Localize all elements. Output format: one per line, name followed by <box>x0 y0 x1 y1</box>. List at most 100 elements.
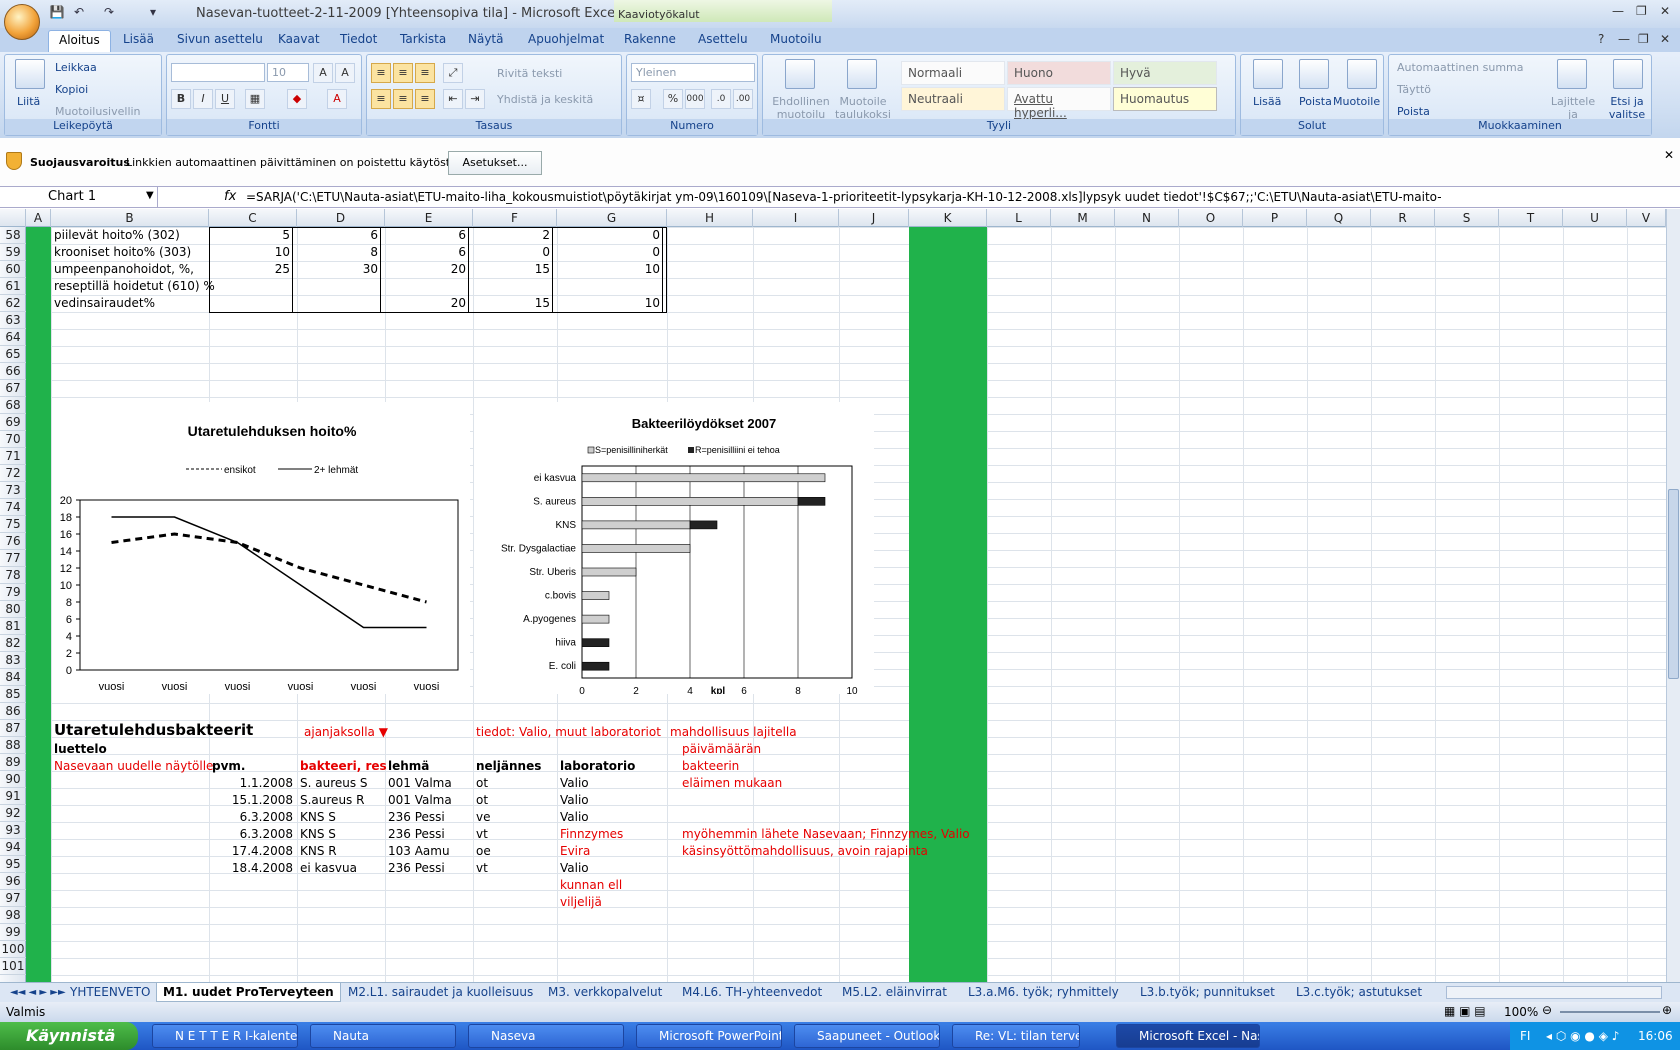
name-box[interactable]: Chart 1 <box>0 187 158 207</box>
format-cells-icon[interactable] <box>1347 59 1377 89</box>
tray-icons[interactable]: ◂ ⬡ ◉ ● ◈ ♪ <box>1546 1022 1619 1050</box>
column-header[interactable]: O <box>1179 209 1243 227</box>
autosum-button[interactable]: Automaattinen summa <box>1397 61 1524 74</box>
insert-function-icon[interactable]: fx <box>224 189 236 204</box>
row-header[interactable]: 73 <box>0 482 26 499</box>
office-button[interactable] <box>4 4 40 40</box>
row-header[interactable]: 95 <box>0 856 26 873</box>
column-header[interactable]: C <box>209 209 297 227</box>
tab-asettelu[interactable]: Asettelu <box>698 32 748 46</box>
decrease-decimal-icon[interactable]: .00 <box>733 89 753 109</box>
tab-lisaa[interactable]: Lisää <box>123 32 154 46</box>
column-header[interactable]: L <box>987 209 1051 227</box>
zoom-in-icon[interactable]: ⊕ <box>1662 1003 1672 1017</box>
style-huomautus[interactable]: Huomautus <box>1113 87 1217 111</box>
row-header[interactable]: 70 <box>0 431 26 448</box>
currency-icon[interactable]: ¤ <box>631 89 651 109</box>
column-header[interactable]: G <box>557 209 667 227</box>
column-header[interactable]: T <box>1499 209 1563 227</box>
find-select-button[interactable]: Etsi ja valitse <box>1605 95 1649 121</box>
zoom-slider[interactable] <box>1560 1011 1660 1013</box>
italic-button[interactable]: I <box>193 89 213 109</box>
underline-button[interactable]: U <box>215 89 235 109</box>
format-table-icon[interactable] <box>847 59 877 89</box>
row-header[interactable]: 71 <box>0 448 26 465</box>
tab-nayta[interactable]: Näytä <box>468 32 504 46</box>
row-header[interactable]: 76 <box>0 533 26 550</box>
align-left-icon[interactable]: ≡ <box>371 89 391 109</box>
sheet-tab[interactable]: M5.L2. eläinvirrat <box>836 983 953 1002</box>
row-header[interactable]: 58 <box>0 227 26 244</box>
redo-icon[interactable]: ↷ <box>100 5 118 21</box>
column-header[interactable]: E <box>385 209 473 227</box>
tab-apuohjelmat[interactable]: Apuohjelmat <box>528 32 604 46</box>
borders-icon[interactable]: ▦ <box>245 89 265 109</box>
row-header[interactable]: 88 <box>0 737 26 754</box>
row-header[interactable]: 91 <box>0 788 26 805</box>
row-header[interactable]: 60 <box>0 261 26 278</box>
wrap-text-button[interactable]: Rivitä teksti <box>497 67 562 80</box>
row-header[interactable]: 75 <box>0 516 26 533</box>
tab-rakenne[interactable]: Rakenne <box>624 32 676 46</box>
column-header[interactable]: I <box>753 209 839 227</box>
save-icon[interactable]: 💾 <box>48 5 66 21</box>
align-center-icon[interactable]: ≡ <box>393 89 413 109</box>
style-avattu-hyperlinkki[interactable]: Avattu hyperli... <box>1007 87 1111 120</box>
maximize-icon[interactable]: ❐ <box>1636 4 1647 18</box>
column-header[interactable]: D <box>297 209 385 227</box>
name-box-dropdown-icon[interactable]: ▼ <box>146 190 154 201</box>
format-table-button[interactable]: Muotoile taulukoksi <box>833 95 893 121</box>
font-name-combo[interactable] <box>171 63 265 82</box>
tab-sivun-asettelu[interactable]: Sivun asettelu <box>177 32 263 46</box>
row-header[interactable]: 101 <box>0 958 26 975</box>
sort-filter-icon[interactable] <box>1557 59 1587 89</box>
orientation-icon[interactable]: ⤢ <box>443 63 463 83</box>
row-header[interactable]: 69 <box>0 414 26 431</box>
row-header[interactable]: 82 <box>0 635 26 652</box>
paste-icon[interactable] <box>15 59 45 89</box>
help-icon[interactable]: ? <box>1598 32 1604 46</box>
row-header[interactable]: 80 <box>0 601 26 618</box>
row-header[interactable]: 79 <box>0 584 26 601</box>
tab-tarkista[interactable]: Tarkista <box>400 32 446 46</box>
column-header[interactable]: A <box>26 209 51 227</box>
grow-font-icon[interactable]: A <box>313 63 333 83</box>
column-header[interactable]: R <box>1371 209 1435 227</box>
row-header[interactable]: 83 <box>0 652 26 669</box>
percent-button[interactable]: % <box>663 89 683 109</box>
sheet-tab[interactable]: L3.a.M6. työk; ryhmittely <box>962 983 1125 1002</box>
taskbar-item[interactable]: Microsoft PowerPoint ... <box>636 1024 782 1048</box>
row-header[interactable]: 62 <box>0 295 26 312</box>
column-header[interactable]: U <box>1563 209 1627 227</box>
view-buttons-icon[interactable]: ▦ ▣ ▤ <box>1444 1004 1486 1018</box>
zoom-level[interactable]: 100% <box>1504 1005 1538 1019</box>
font-size-combo[interactable]: 10 <box>267 63 309 82</box>
close-warning-icon[interactable]: ✕ <box>1664 148 1674 162</box>
language-indicator[interactable]: FI <box>1520 1022 1530 1050</box>
wb-restore-icon[interactable]: ❐ <box>1638 32 1649 46</box>
row-header[interactable]: 94 <box>0 839 26 856</box>
find-select-icon[interactable] <box>1613 59 1643 89</box>
style-neutraali[interactable]: Neutraali <box>901 87 1005 111</box>
row-header[interactable]: 78 <box>0 567 26 584</box>
row-header[interactable]: 84 <box>0 669 26 686</box>
taskbar-item[interactable]: Naseva <box>468 1024 624 1048</box>
fill-button[interactable]: Täyttö <box>1397 83 1431 96</box>
sheet-tab[interactable]: M3. verkkopalvelut <box>542 983 668 1002</box>
start-button[interactable]: Käynnistä <box>0 1022 138 1050</box>
row-header[interactable]: 90 <box>0 771 26 788</box>
row-header[interactable]: 81 <box>0 618 26 635</box>
font-color-icon[interactable]: A <box>327 89 347 109</box>
column-header[interactable]: B <box>51 209 209 227</box>
format-painter-button[interactable]: Muotoilusivellin <box>55 105 141 118</box>
row-header[interactable]: 98 <box>0 907 26 924</box>
increase-decimal-icon[interactable]: .0 <box>711 89 731 109</box>
decrease-indent-icon[interactable]: ⇤ <box>443 89 463 109</box>
sheet-tab[interactable]: M4.L6. TH-yhteenvedot <box>676 983 828 1002</box>
row-header[interactable]: 61 <box>0 278 26 295</box>
thousands-button[interactable]: 000 <box>685 89 705 109</box>
column-header[interactable]: K <box>909 209 987 227</box>
taskbar-item[interactable]: N E T T E R I-kalenter... <box>152 1024 298 1048</box>
wb-close-icon[interactable]: ✕ <box>1660 32 1670 46</box>
paste-button[interactable]: Liitä <box>17 95 40 108</box>
